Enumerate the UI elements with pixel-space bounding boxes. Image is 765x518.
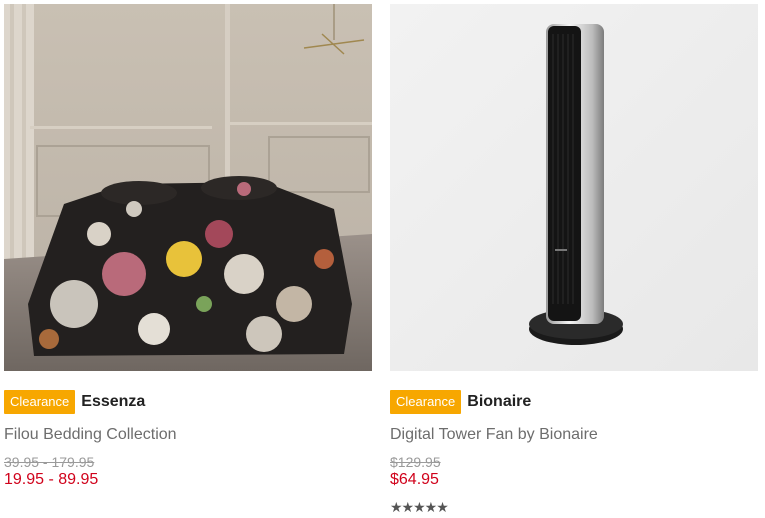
product-title[interactable]: Digital Tower Fan by Bionaire <box>390 426 758 444</box>
was-price: $129.95 <box>390 454 441 470</box>
product-title[interactable]: Filou Bedding Collection <box>4 426 372 444</box>
product-card-tower-fan[interactable]: Clearance Bionaire Digital Tower Fan by … <box>390 4 758 516</box>
sale-price: 19.95 - 89.95 <box>4 471 99 488</box>
was-price: 39.95 - 179.95 <box>4 454 95 470</box>
product-card-bedding[interactable]: Clearance Essenza Filou Bedding Collecti… <box>4 4 372 489</box>
brand-name[interactable]: Essenza <box>81 393 145 411</box>
floral-bedding-photo[interactable] <box>4 4 372 371</box>
tower-fan-photo[interactable] <box>390 4 758 371</box>
sale-price: $64.95 <box>390 471 439 488</box>
brand-name[interactable]: Bionaire <box>467 393 531 411</box>
clearance-badge: Clearance <box>390 390 462 414</box>
clearance-badge: Clearance <box>4 390 76 414</box>
brand-row: Clearance Bionaire <box>390 390 758 414</box>
brand-row: Clearance Essenza <box>4 390 372 414</box>
product-grid: Clearance Essenza Filou Bedding Collecti… <box>0 0 765 518</box>
star-rating-icon: ★★★★★ <box>390 499 449 515</box>
